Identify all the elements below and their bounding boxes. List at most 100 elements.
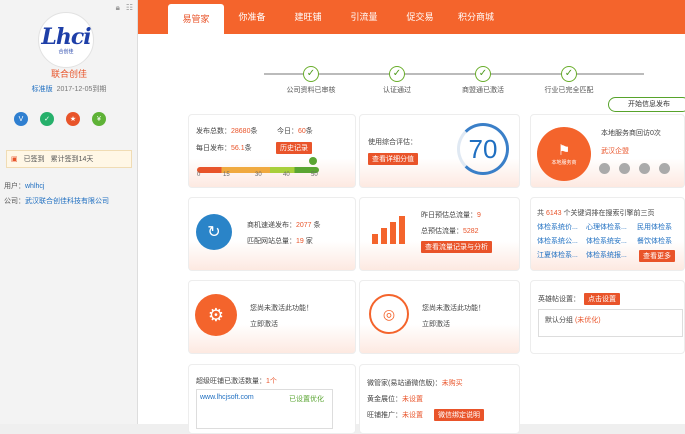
wechat-bind-button[interactable]: 微信绑定说明 [434,409,484,421]
keyword-link[interactable]: 体检系统价... [537,222,578,232]
keywords-card: 共 6143 个关键词排在搜索引擎前三页 体检系统价... 心理体检系... 民… [530,197,685,271]
keywords-more-button[interactable]: 查看更多 [639,250,675,262]
total-label: 发布总数： [196,128,231,135]
keywords-intro: 共 6143 个关键词排在搜索引擎前三页 [537,208,654,218]
merchant-unit: 条 [313,222,321,229]
company-line: 公司：武汉联合创佳科技有限公司 [4,196,109,206]
sites-unit: 家 [305,238,313,245]
contact-icons [599,163,670,174]
merchant-label: 商机速递发布： [247,222,296,229]
step-label: 公司资料已审核 [286,87,336,94]
promo-label: 旺铺推广： [367,412,402,419]
keyword-link[interactable]: 体检系统报... [586,250,627,260]
start-publish-step[interactable]: 开始信息发布 [608,97,685,112]
bar-marker-icon [309,157,317,165]
keywords-intro-a: 共 [537,210,546,217]
score-detail-button[interactable]: 查看详细分值 [368,153,418,165]
activate-link[interactable]: 立即激活 [250,319,278,329]
total-line: 发布总数：28680条 [196,126,257,136]
shop-count-value: 1个 [266,378,277,385]
tab-traffic[interactable]: 引流量 [336,0,392,34]
hero-post-card: 英雄帖设置： 点击设置 默认分组 (未优化) [530,280,685,354]
medal-icon[interactable]: ★ [66,112,80,126]
bar-chart-icon [372,214,408,244]
edition-badge[interactable]: 标准版 [32,86,53,93]
tab-yiguanjia[interactable]: 易管家 [168,4,224,34]
wechat-label: 微管家(易站通微信版)： [367,380,442,387]
score-card: 使用综合评估： 查看详细分值 70 [359,114,520,188]
merchant-value: 2077 [296,222,312,229]
tick-label: 50 [311,172,318,178]
activation-text: 您尚未激活此功能！ [422,305,485,312]
shop-list[interactable]: www.lhcjsoft.com 已设置优化 [196,389,333,429]
step-check-icon: ✓ [389,66,405,82]
today-line: 今日：60条 [277,126,313,136]
keyword-link[interactable]: 体检系统安... [586,236,627,246]
gold-value: 未设置 [402,396,423,403]
hero-group-name: 默认分组 [545,317,573,324]
activation-text: 您尚未激活此功能！ [250,305,313,312]
wechat-value: 未购买 [441,380,463,387]
today-unit: 条 [305,128,313,135]
activate-link[interactable]: 立即激活 [422,319,450,329]
company-label: 公司： [4,198,25,205]
shop-status: 已设置优化 [289,396,324,403]
history-button[interactable]: 历史记录 [276,142,312,154]
merchant-line: 商机速递发布：2077 条 [247,220,321,230]
yen-icon[interactable]: ¥ [92,112,106,126]
sign-in-days: 累计签到14天 [50,156,94,163]
hero-group-list[interactable]: 默认分组 (未优化) [538,309,683,337]
step-label: 行业已完全匹配 [544,87,594,94]
sign-in-status[interactable]: 已签到 [24,154,45,164]
user-name[interactable]: whlhcj [25,183,44,190]
hero-group-item: 默认分组 (未优化) [545,315,601,325]
clock-icon[interactable] [659,163,670,174]
activation-card-2: ◎ 您尚未激活此功能！ 立即激活 [359,280,520,354]
edition-line: 标准版 2017-12-05到期 [0,84,138,94]
wechat-line: 微管家(易站通微信版)：未购买 [367,378,463,388]
sidebar: 🔒︎ ☷ Lhci 合创佳 联合创佳 标准版 2017-12-05到期 V ✓ ★… [0,0,138,424]
lock-icon[interactable]: 🔒︎ [116,3,120,13]
tab-prepare[interactable]: 你准备 [224,0,280,34]
sidebar-tools: 🔒︎ ☷ [116,3,133,13]
sign-in-box: ▣ 已签到 累计签到14天 [6,150,132,168]
keyword-link[interactable]: 民用体检系 [637,222,672,232]
score-label: 使用综合评估： [368,139,417,146]
service-card: ⚑ 本地服务商 本地服务商回访0次 武汉企盟 [530,114,685,188]
keyword-link[interactable]: 餐饮体检系 [637,236,672,246]
verified-icon[interactable]: V [14,112,28,126]
progress-line [264,73,644,75]
score-gauge: 70 [457,123,509,175]
step-check-icon: ✓ [561,66,577,82]
home-icon[interactable] [639,163,650,174]
total-traffic-line: 总预估流量：5282 [421,226,479,236]
gear-stamp-icon: ⚙ [195,294,237,336]
service-city[interactable]: 武汉企盟 [601,146,629,156]
yesterday-traffic-value: 9 [477,212,481,219]
merchant-card: ↻ 商机速递发布：2077 条 匹配网站总量：19 家 [188,197,356,271]
keyword-link[interactable]: 江夏体检系... [537,250,578,260]
shop-url[interactable]: www.lhcjsoft.com [200,394,254,401]
qq-icon[interactable] [619,163,630,174]
activation-card-1: ⚙ 您尚未激活此功能！ 立即激活 [188,280,356,354]
tab-points-mall[interactable]: 积分商城 [448,0,504,34]
user-line: 用户：whlhcj [4,181,44,191]
tab-build-shop[interactable]: 建旺铺 [280,0,336,34]
keyword-link[interactable]: 心理体检系... [586,222,627,232]
publish-stats-card: 发布总数：28680条 今日：60条 每日发布：56.1条 历史记录 0 15 … [188,114,356,188]
tab-trade[interactable]: 促交易 [392,0,448,34]
total-traffic-value: 5282 [463,228,479,235]
phone-icon[interactable] [599,163,610,174]
expire-date: 2017-12-05到期 [56,86,107,93]
traffic-analysis-button[interactable]: 查看流量记录与分析 [421,241,492,253]
shield-icon[interactable]: ✓ [40,112,54,126]
grid-icon[interactable]: ☷ [126,3,133,13]
sites-line: 匹配网站总量：19 家 [247,236,313,246]
company-logo[interactable]: Lhci 合创佳 [38,12,94,68]
user-label: 用户： [4,183,25,190]
hero-setup-button[interactable]: 点击设置 [584,293,620,305]
yesterday-traffic-label: 昨日预估总流量： [421,212,477,219]
company-full-name[interactable]: 武汉联合创佳科技有限公司 [25,198,109,205]
step-label: 认证通过 [383,87,411,94]
keyword-link[interactable]: 体检系统公... [537,236,578,246]
